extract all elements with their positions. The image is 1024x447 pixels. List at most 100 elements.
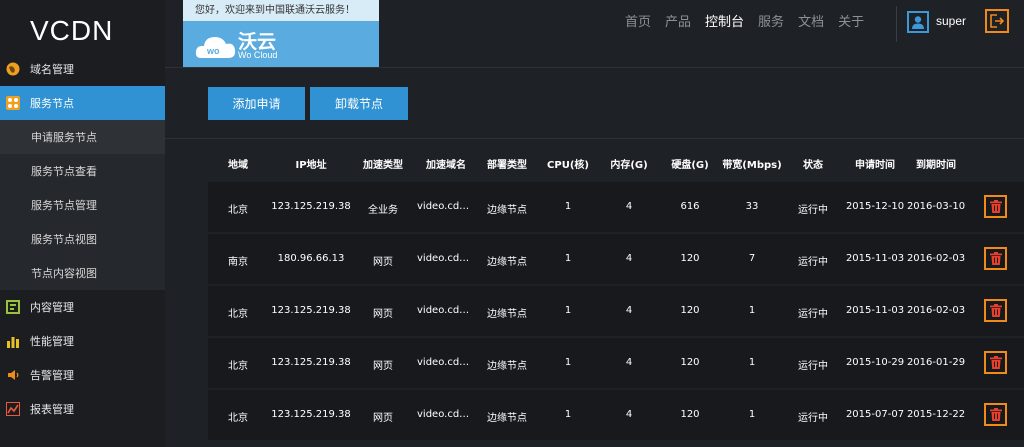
col-header-bandwidth[interactable]: 带宽(Mbps): [722, 156, 781, 171]
user-avatar-icon[interactable]: [907, 11, 929, 33]
cell-bandwidth: 33: [745, 201, 759, 212]
subnav-manage-node[interactable]: 服务节点管理: [0, 188, 165, 222]
nodes-table: 地域 IP地址 加速类型 加速域名 部署类型 CPU(核) 内存(G) 硬盘(G…: [208, 146, 1024, 440]
sidebar-item-label: 内容管理: [30, 301, 74, 314]
topnav-products[interactable]: 产品: [665, 14, 691, 32]
col-header-expire-time[interactable]: 到期时间: [916, 156, 956, 171]
table-row[interactable]: 北京 123.125.219.38 网页 video.cdn... 边缘节点 1…: [208, 286, 1024, 336]
table-row[interactable]: 南京 180.96.66.13 网页 video.cdn... 边缘节点 1 4…: [208, 234, 1024, 284]
sidebar-item-report[interactable]: 报表管理: [0, 392, 165, 426]
cell-cpu: 1: [564, 409, 572, 420]
top-nav: 首页 产品 控制台 服务 文档 关于: [625, 14, 878, 32]
cell-region: 北京: [228, 309, 248, 320]
welcome-text: 您好，欢迎来到中国联通沃云服务！: [183, 0, 379, 21]
table-header: 地域 IP地址 加速类型 加速域名 部署类型 CPU(核) 内存(G) 硬盘(G…: [208, 146, 1024, 180]
col-header-region[interactable]: 地域: [228, 156, 248, 171]
trash-icon: [989, 356, 1002, 369]
topnav-about[interactable]: 关于: [838, 14, 864, 32]
cell-memory: 4: [625, 409, 633, 420]
cell-deploy-type: 边缘节点: [487, 205, 527, 216]
add-request-button[interactable]: 添加申请: [208, 87, 305, 120]
subnav-content-view[interactable]: 节点内容视图: [0, 256, 165, 290]
cell-deploy-type: 边缘节点: [487, 361, 527, 372]
cell-expire-time: 2016-03-10: [906, 201, 966, 212]
sidebar-item-nodes[interactable]: 服务节点: [0, 86, 165, 120]
cell-ip: 123.125.219.38: [271, 201, 351, 212]
cell-ip: 180.96.66.13: [277, 253, 345, 264]
col-header-cpu[interactable]: CPU(核): [547, 156, 589, 171]
col-header-apply-time[interactable]: 申请时间: [855, 156, 895, 171]
delete-button[interactable]: [984, 351, 1007, 374]
sidebar-item-performance[interactable]: 性能管理: [0, 324, 165, 358]
col-header-memory[interactable]: 内存(G): [610, 156, 647, 171]
sidebar-item-content[interactable]: 内容管理: [0, 290, 165, 324]
cell-apply-time: 2015-10-29: [845, 357, 905, 368]
cell-disk: 120: [680, 357, 700, 368]
table-row[interactable]: 北京 123.125.219.38 网页 video.cdn... 边缘节点 1…: [208, 338, 1024, 388]
subnav-apply-node[interactable]: 申请服务节点: [0, 120, 165, 154]
cell-status: 运行中: [798, 257, 828, 268]
delete-button[interactable]: [984, 195, 1007, 218]
topnav-services[interactable]: 服务: [758, 14, 784, 32]
cell-accel-domain: video.cdn...: [417, 253, 475, 264]
topnav-home[interactable]: 首页: [625, 14, 651, 32]
cell-accel-type: 网页: [373, 309, 393, 320]
trash-icon: [989, 408, 1002, 421]
table-row[interactable]: 北京 123.125.219.38 网页 video.cdn... 边缘节点 1…: [208, 390, 1024, 440]
col-header-accel-type[interactable]: 加速类型: [363, 156, 403, 171]
cell-ip: 123.125.219.38: [271, 409, 351, 420]
cell-status: 运行中: [798, 413, 828, 424]
subnav-view-node[interactable]: 服务节点查看: [0, 154, 165, 188]
cell-deploy-type: 边缘节点: [487, 413, 527, 424]
cell-expire-time: 2015-12-22: [906, 409, 966, 420]
cell-bandwidth: 7: [748, 253, 756, 264]
cell-memory: 4: [625, 201, 633, 212]
cell-status: 运行中: [798, 309, 828, 320]
delete-button[interactable]: [984, 247, 1007, 270]
globe-icon: [6, 62, 20, 76]
cell-expire-time: 2016-02-03: [906, 253, 966, 264]
nodes-icon: [6, 96, 20, 110]
sidebar-item-label: 性能管理: [30, 335, 74, 348]
table-row[interactable]: 北京 123.125.219.38 全业务 video.cdn... 边缘节点 …: [208, 182, 1024, 232]
cell-ip: 123.125.219.38: [271, 357, 351, 368]
username[interactable]: super: [936, 14, 966, 28]
cell-bandwidth: 1: [748, 357, 756, 368]
cell-region: 北京: [228, 413, 248, 424]
cell-expire-time: 2016-02-03: [906, 305, 966, 316]
sidebar-item-label: 服务节点: [30, 97, 74, 110]
delete-button[interactable]: [984, 403, 1007, 426]
cell-expire-time: 2016-01-29: [906, 357, 966, 368]
cell-accel-type: 网页: [373, 413, 393, 424]
col-header-ip[interactable]: IP地址: [295, 156, 326, 171]
cell-memory: 4: [625, 357, 633, 368]
col-header-accel-domain[interactable]: 加速域名: [426, 156, 466, 171]
cell-status: 运行中: [798, 361, 828, 372]
col-header-deploy-type[interactable]: 部署类型: [487, 156, 527, 171]
content-divider: [165, 138, 1024, 139]
col-header-disk[interactable]: 硬盘(G): [671, 156, 708, 171]
col-header-status[interactable]: 状态: [803, 156, 823, 171]
sidebar-item-label: 域名管理: [30, 63, 74, 76]
app-root: VCDN 域名管理 服务节点 申请服务节点 服务节点查看 服务节点管理 服务节点…: [0, 0, 1024, 447]
subnav-node-view[interactable]: 服务节点视图: [0, 222, 165, 256]
logout-icon[interactable]: [985, 9, 1009, 33]
unload-node-button[interactable]: 卸载节点: [310, 87, 408, 120]
topnav-docs[interactable]: 文档: [798, 14, 824, 32]
sidebar-item-alarm[interactable]: 告警管理: [0, 358, 165, 392]
content-icon: [6, 300, 20, 314]
cell-memory: 4: [625, 253, 633, 264]
brand-name-en: Wo Cloud: [238, 50, 278, 60]
delete-button[interactable]: [984, 299, 1007, 322]
cell-accel-domain: video.cdn...: [417, 201, 475, 212]
main-content: 添加申请 卸载节点 地域 IP地址 加速类型 加速域名 部署类型 CPU(核) …: [165, 68, 1024, 447]
topnav-console[interactable]: 控制台: [705, 14, 744, 32]
cell-region: 北京: [228, 205, 248, 216]
cell-accel-domain: video.cdn...: [417, 409, 475, 420]
cell-disk: 616: [680, 201, 700, 212]
cell-status: 运行中: [798, 205, 828, 216]
sidebar-item-domain[interactable]: 域名管理: [0, 52, 165, 86]
brand-box[interactable]: 您好，欢迎来到中国联通沃云服务！ wo 沃云 Wo Cloud: [183, 0, 379, 68]
cell-accel-domain: video.cdn...: [417, 357, 475, 368]
trash-icon: [989, 304, 1002, 317]
